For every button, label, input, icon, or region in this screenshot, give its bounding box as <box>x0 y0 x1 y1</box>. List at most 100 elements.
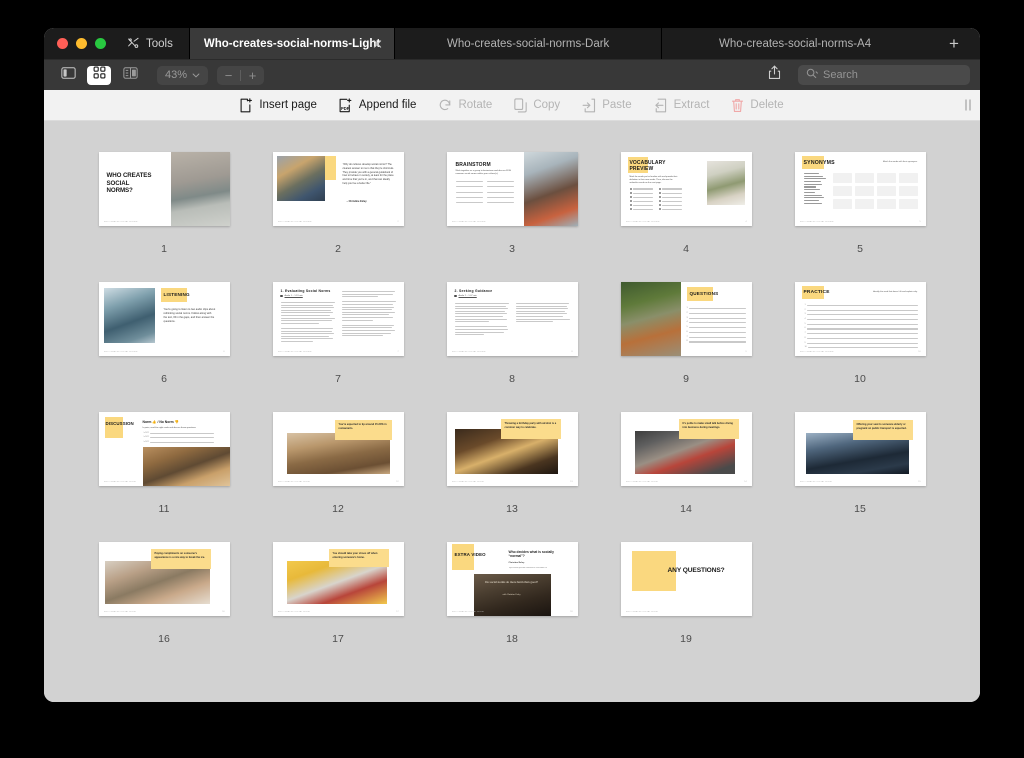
page-cell[interactable]: 2. Seeking Guidance Audio 2 – 1:07 min W… <box>425 267 599 397</box>
slide-page-number: 5 <box>919 220 921 223</box>
page-cell[interactable]: WHO CREATES SOCIAL NORMS? WHO CREATES SO… <box>77 137 251 267</box>
extract-icon <box>654 98 668 113</box>
norm-card-text: Paying compliments on someone's appearan… <box>154 552 206 559</box>
page-thumbnail-7[interactable]: 1. Evaluating Social Norms Audio 1 – 1:1… <box>272 282 404 356</box>
page-thumbnail-10[interactable]: PRACTICE Identify the word that doesn't … <box>794 282 926 356</box>
page-number: 2 <box>335 243 341 255</box>
page-cell[interactable]: ANY QUESTIONS? WHO CREATES SOCIAL NORMS?… <box>599 527 773 657</box>
zoom-in-button[interactable]: + <box>241 66 264 85</box>
slide-title: EXTRA VIDEO <box>454 552 486 557</box>
slide-page-number: 10 <box>918 350 921 353</box>
page-cell[interactable]: BRAINSTORM Work together as a group to b… <box>425 137 599 267</box>
new-tab-button[interactable]: + <box>928 28 980 59</box>
slide-title: VOCABULARY PREVIEW <box>629 160 666 173</box>
page-thumbnail-11[interactable]: DISCUSSION Norm 👍 / No Norm 👎 In pairs, … <box>98 412 230 486</box>
slide-footer: WHO CREATES SOCIAL NORMS? <box>277 220 312 223</box>
page-number: 1 <box>161 243 167 255</box>
append-file-button[interactable]: PDF Append file <box>339 97 416 113</box>
zoom-level-dropdown[interactable]: 43% <box>157 65 209 85</box>
page-cell[interactable]: Offering your seat to someone elderly or… <box>773 397 947 527</box>
thumbnail-wrap: EXTRA VIDEO Who decides what is socially… <box>446 527 578 631</box>
split-view-button[interactable] <box>118 66 142 85</box>
page-thumbnail-4[interactable]: VOCABULARY PREVIEW Mark the words you're… <box>620 152 752 226</box>
page-cell[interactable]: LISTENING You're going to listen to two … <box>77 267 251 397</box>
tab-who-creates-social-norms-dark[interactable]: Who-creates-social-norms-Dark <box>394 28 661 59</box>
page-thumbnail-canvas[interactable]: WHO CREATES SOCIAL NORMS? WHO CREATES SO… <box>44 121 980 702</box>
tab-who-creates-social-norms-a4[interactable]: Who-creates-social-norms-A4 <box>661 28 928 59</box>
toolbar-resize-handle[interactable] <box>965 99 971 111</box>
slide-title: LISTENING <box>163 292 190 297</box>
thumbnail-wrap: “Why do cultures develop social norms? T… <box>272 137 404 241</box>
page-thumbnail-19[interactable]: ANY QUESTIONS? WHO CREATES SOCIAL NORMS? <box>620 542 752 616</box>
zoom-out-button[interactable]: − <box>217 66 240 85</box>
page-thumbnail-18[interactable]: EXTRA VIDEO Who decides what is socially… <box>446 542 578 616</box>
search-input[interactable]: Search <box>798 65 970 85</box>
page-cell[interactable]: “Why do cultures develop social norms? T… <box>251 137 425 267</box>
page-cell[interactable]: Paying compliments on someone's appearan… <box>77 527 251 657</box>
slide-audio-label: Audio 2 – 1:07 min <box>458 295 477 297</box>
close-window-button[interactable] <box>57 38 68 49</box>
plus-icon: + <box>248 67 257 83</box>
rotate-label: Rotate <box>458 99 493 111</box>
slide-footer: WHO CREATES SOCIAL NORMS? <box>625 610 658 613</box>
page-cell[interactable]: VOCABULARY PREVIEW Mark the words you're… <box>599 137 773 267</box>
page-thumbnail-16[interactable]: Paying compliments on someone's appearan… <box>98 542 230 616</box>
grid-view-button[interactable] <box>87 65 111 85</box>
split-panel-icon <box>122 66 138 84</box>
sidebar-panel-icon <box>60 66 76 84</box>
search-placeholder: Search <box>823 69 858 81</box>
slide-footer: WHO CREATES SOCIAL NORMS? <box>451 220 486 223</box>
paste-label: Paste <box>602 99 632 111</box>
slide-footer: WHO CREATES SOCIAL NORMS? <box>103 220 139 223</box>
slide-attribution: – Christine Exley <box>346 200 367 203</box>
page-thumbnail-13[interactable]: Throwing a birthday party with alcohol i… <box>446 412 578 486</box>
page-thumbnail-17[interactable]: You should take your shoes off when ente… <box>272 542 404 616</box>
paste-icon <box>582 98 596 113</box>
page-cell[interactable]: You're expected to tip around 15-20% in … <box>251 397 425 527</box>
slide-footer: WHO CREATES SOCIAL NORMS? <box>277 480 310 483</box>
page-thumbnail-12[interactable]: You're expected to tip around 15-20% in … <box>272 412 404 486</box>
slide-quote: “Why do cultures develop social norms? T… <box>342 163 394 185</box>
sidebar-view-button[interactable] <box>56 66 80 85</box>
norm-card-text: Throwing a birthday party with alcohol i… <box>504 422 557 429</box>
page-thumbnail-1[interactable]: WHO CREATES SOCIAL NORMS? WHO CREATES SO… <box>98 152 230 226</box>
tab-who-creates-social-norms-light[interactable]: Who-creates-social-norms-Light <box>188 28 395 59</box>
chevron-down-icon <box>192 69 200 81</box>
page-thumbnail-15[interactable]: Offering your seat to someone elderly or… <box>794 412 926 486</box>
slide-footer: WHO CREATES SOCIAL NORMS? <box>799 480 832 483</box>
minimize-window-button[interactable] <box>76 38 87 49</box>
page-cell[interactable]: DISCUSSION Norm 👍 / No Norm 👎 In pairs, … <box>77 397 251 527</box>
page-thumbnail-14[interactable]: It's polite to make small talk before di… <box>620 412 752 486</box>
page-cell[interactable]: It's polite to make small talk before di… <box>599 397 773 527</box>
slide-subtitle: Work together as a group to brainstorm a… <box>455 170 512 176</box>
page-thumbnail-9[interactable]: QUESTIONS 1 2 3 4 5 6 7 8 9 <box>620 282 752 356</box>
slide-subtitle: Identify the word that doesn't fit and e… <box>872 291 918 293</box>
page-cell[interactable]: SYNONYMS Match the words with their syno… <box>773 137 947 267</box>
slide-title: 1. Evaluating Social Norms <box>280 289 331 293</box>
page-cell[interactable]: QUESTIONS 1 2 3 4 5 6 7 8 9 9 <box>599 267 773 397</box>
thumbnail-wrap: PRACTICE Identify the word that doesn't … <box>794 267 926 371</box>
page-thumbnail-6[interactable]: LISTENING You're going to listen to two … <box>98 282 230 356</box>
page-cell[interactable]: EXTRA VIDEO Who decides what is socially… <box>425 527 599 657</box>
page-cell[interactable]: You should take your shoes off when ente… <box>251 527 425 657</box>
maximize-window-button[interactable] <box>95 38 106 49</box>
page-cell[interactable]: Throwing a birthday party with alcohol i… <box>425 397 599 527</box>
tools-icon <box>127 37 140 50</box>
page-thumbnail-8[interactable]: 2. Seeking Guidance Audio 2 – 1:07 min W… <box>446 282 578 356</box>
search-icon <box>806 66 818 84</box>
page-number: 13 <box>506 503 518 515</box>
insert-page-button[interactable]: Insert page <box>240 97 317 113</box>
page-cell[interactable]: PRACTICE Identify the word that doesn't … <box>773 267 947 397</box>
close-tab-icon[interactable] <box>371 37 384 50</box>
share-button[interactable] <box>761 65 787 85</box>
video-thumb-title: Do social norms do more harm than good? <box>485 580 538 584</box>
norm-card-text: You should take your shoes off when ente… <box>332 552 378 559</box>
page-cell[interactable]: 1. Evaluating Social Norms Audio 1 – 1:1… <box>251 267 425 397</box>
tools-button[interactable]: Tools <box>119 28 189 59</box>
main-toolbar: 43% − + Search <box>44 59 980 90</box>
action-button-group: Insert page PDF Append file Rotate Copy … <box>240 97 784 113</box>
page-thumbnail-2[interactable]: “Why do cultures develop social norms? T… <box>272 152 404 226</box>
page-number: 5 <box>857 243 863 255</box>
page-thumbnail-5[interactable]: SYNONYMS Match the words with their syno… <box>794 152 926 226</box>
page-thumbnail-3[interactable]: BRAINSTORM Work together as a group to b… <box>446 152 578 226</box>
